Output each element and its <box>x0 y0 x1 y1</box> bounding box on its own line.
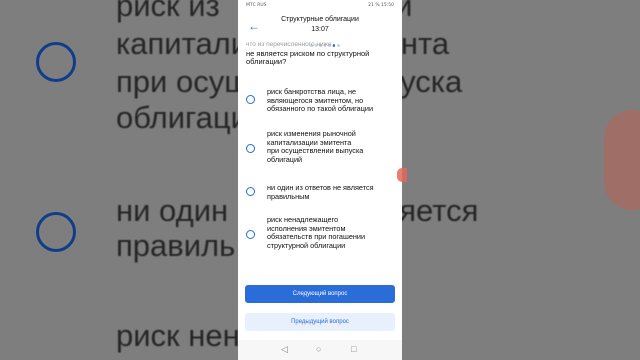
option-label: риск изменения рыночной капитализации эм… <box>267 129 364 164</box>
question-body: не является риском по структурной облига… <box>246 48 370 66</box>
question-text: что из перечисленного ниже, не является … <box>246 41 396 67</box>
phone-screen: МТС RUS 21 % 15:50 ← Структурные облигац… <box>238 0 402 360</box>
status-bar: МТС RUS 21 % 15:50 <box>238 0 402 11</box>
option-label: риск ненадлежащего исполнения эмитентом … <box>267 215 366 250</box>
background-radio-circle <box>36 42 76 82</box>
background-text: облигаци <box>116 100 248 135</box>
background-decoration <box>604 110 640 210</box>
background-radio-circle <box>36 212 76 252</box>
page-title: Структурные облигации <box>281 16 359 23</box>
android-nav-bar: ◁ ○ □ <box>238 340 402 360</box>
top-bar: ← Структурные облигации 13:07 <box>238 12 402 42</box>
radio-button[interactable] <box>246 187 255 196</box>
option-label: риск банкротства лица, не являющегося эм… <box>267 87 374 113</box>
battery-time: 21 % 15:50 <box>368 3 394 8</box>
timer: 13:07 <box>311 26 329 33</box>
next-question-button[interactable]: Следующий вопрос <box>245 285 395 303</box>
radio-button[interactable] <box>246 95 255 104</box>
background-text: правиль <box>116 228 236 263</box>
radio-button[interactable] <box>246 230 255 239</box>
carrier-label: МТС RUS <box>246 3 267 8</box>
nav-recent-icon[interactable]: □ <box>351 345 356 354</box>
nav-back-icon[interactable]: ◁ <box>281 345 288 354</box>
previous-question-button[interactable]: Предыдущий вопрос <box>245 313 395 331</box>
option-label: ни один из ответов не является правильны… <box>267 183 374 201</box>
nav-home-icon[interactable]: ○ <box>316 345 321 354</box>
floating-side-tab-icon[interactable] <box>397 168 407 182</box>
radio-button[interactable] <box>246 144 255 153</box>
